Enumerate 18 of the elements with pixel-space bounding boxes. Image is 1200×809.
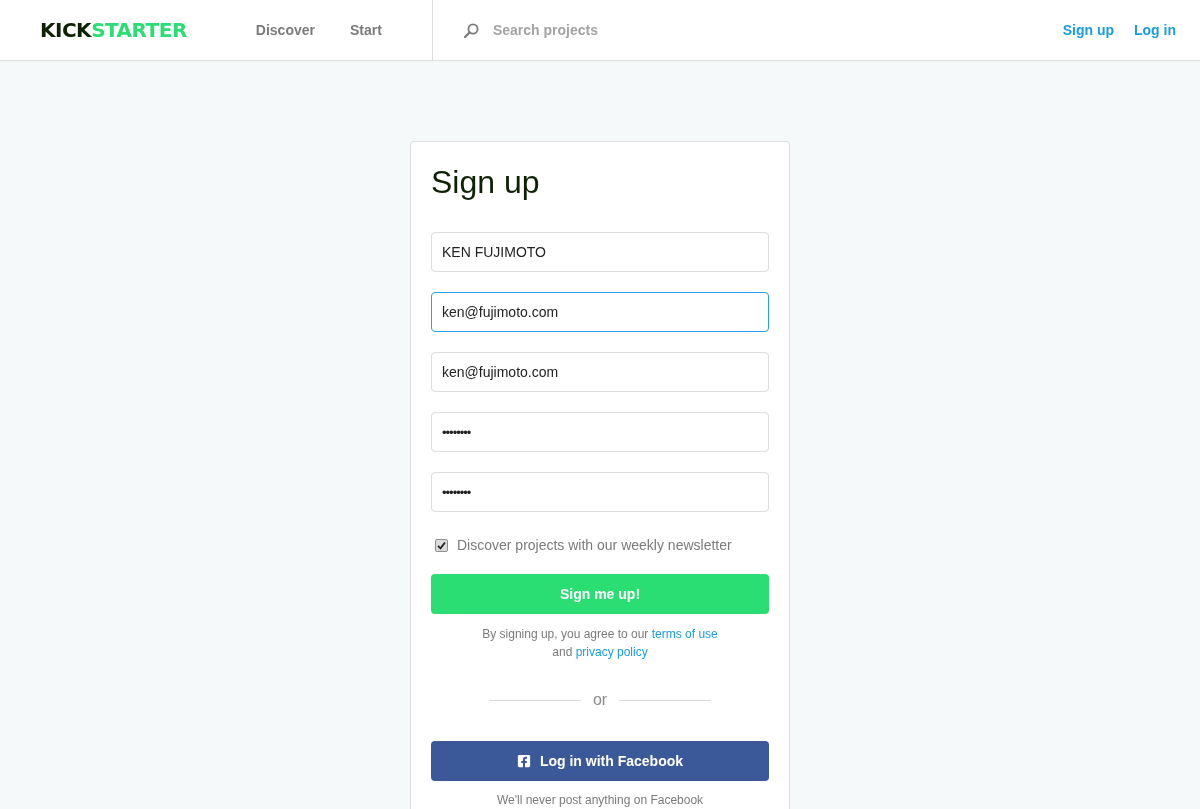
facebook-icon bbox=[516, 754, 531, 768]
facebook-login-button[interactable]: Log in with Facebook bbox=[431, 741, 769, 781]
nav-link[interactable]: Discover bbox=[255, 22, 315, 38]
password-field[interactable]: •••••••• bbox=[431, 472, 769, 512]
terms-note: By signing up, you agree to our terms of use and privacy policy bbox=[481, 626, 719, 661]
facebook-note: We'll never post anything on Facebook bbox=[495, 793, 705, 807]
search-icon bbox=[463, 22, 479, 38]
form-title: Sign up bbox=[431, 163, 541, 202]
or-divider-text: or bbox=[591, 691, 609, 709]
password-field[interactable]: •••••••• bbox=[431, 412, 769, 452]
search-field[interactable]: Search projects bbox=[492, 22, 753, 38]
site-logo[interactable]: KICKSTARTER bbox=[40, 20, 187, 40]
nav-link[interactable]: Start bbox=[349, 22, 382, 38]
input-field[interactable]: ken@fujimoto.com bbox=[431, 352, 769, 392]
newsletter-checkbox[interactable] bbox=[435, 538, 448, 552]
input-field[interactable]: KEN FUJIMOTO bbox=[431, 232, 769, 272]
newsletter-label: Discover projects with our weekly newsletter bbox=[457, 537, 732, 553]
input-field[interactable]: ken@fujimoto.com bbox=[431, 292, 769, 332]
